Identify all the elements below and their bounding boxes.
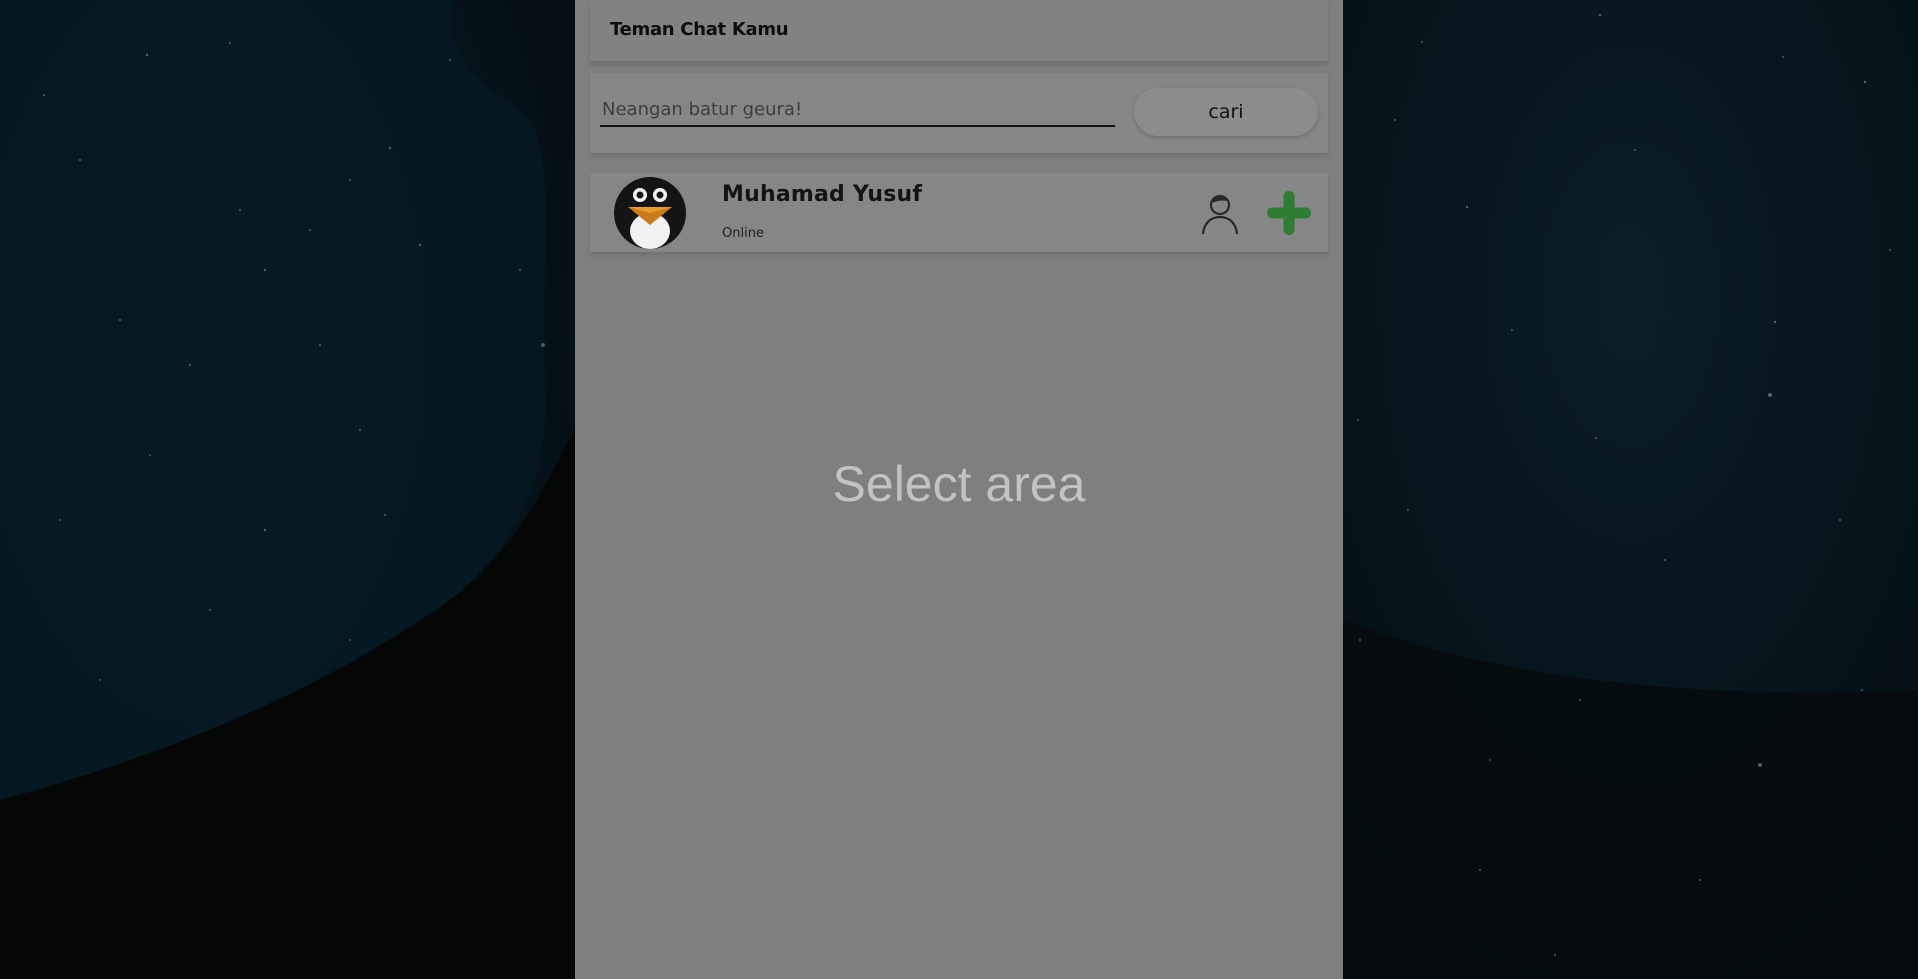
contact-name: Muhamad Yusuf xyxy=(722,182,923,207)
search-button[interactable]: cari xyxy=(1134,88,1318,136)
select-area-placeholder: Select area xyxy=(832,456,1086,512)
penguin-avatar-icon xyxy=(614,177,686,249)
contact-status: Online xyxy=(722,226,764,241)
search-input[interactable] xyxy=(600,93,1115,127)
contact-list-item[interactable]: Muhamad Yusuf Online xyxy=(590,173,1328,252)
chat-panel: Teman Chat Kamu cari Muhamad Yusuf Onlin… xyxy=(575,0,1343,979)
add-icon[interactable] xyxy=(1265,189,1313,237)
search-card: cari xyxy=(590,73,1328,153)
header-bar: Teman Chat Kamu xyxy=(590,0,1328,61)
profile-icon[interactable] xyxy=(1197,190,1243,236)
page-title: Teman Chat Kamu xyxy=(610,19,789,40)
